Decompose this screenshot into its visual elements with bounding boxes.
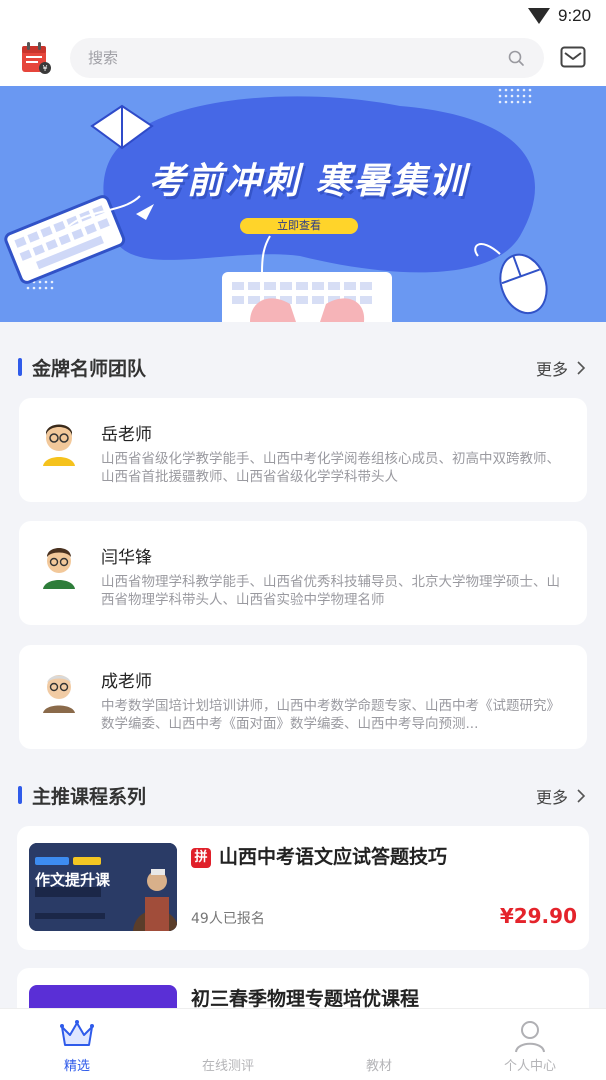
promo-banner[interactable]: 考前冲刺 寒暑集训 立即查看 (0, 86, 606, 322)
nav-label: 教材 (365, 1059, 392, 1074)
group-buy-badge: 拼 (191, 848, 211, 868)
nav-label: 精选 (63, 1059, 90, 1074)
course-price: ¥29.90 (499, 904, 577, 928)
nav-label: 在线测评 (201, 1059, 254, 1074)
section-accent-bar (18, 358, 22, 376)
chevron-right-icon[interactable] (576, 788, 586, 804)
teacher-card[interactable]: 成老师 中考数学国培计划培训讲师，山西中考数学命题专家、山西中考《试题研究》数学… (19, 645, 587, 749)
bottom-navigation: 精选 在线测评 教材 个人中心 (0, 1008, 606, 1080)
teacher-card[interactable]: 岳老师 山西省省级化学教学能手、山西中考化学阅卷组核心成员、初高中双跨教师、山西… (19, 398, 587, 502)
teacher-description: 中考数学国培计划培训讲师，山西中考数学命题专家、山西中考《试题研究》数学编委、山… (101, 698, 560, 732)
enrolled-count: 49人已报名 (191, 911, 265, 927)
test-icon (211, 1019, 245, 1049)
nav-tab-profile[interactable]: 个人中心 (475, 1009, 585, 1080)
teacher-avatar-icon (43, 548, 75, 589)
course-thumbnail-text: 作文提升课 (35, 871, 111, 889)
courses-more-link[interactable]: 更多 (536, 784, 568, 808)
course-thumbnail: 作文提升课 (29, 843, 177, 931)
section-accent-bar (18, 786, 22, 804)
course-card[interactable]: 作文提升课 拼山西中考语文应试答题技巧 49人已报名 ¥29.90 (17, 826, 589, 950)
search-input[interactable] (88, 38, 498, 78)
banner-title: 考前冲刺 寒暑集训 (148, 161, 468, 202)
status-time: 9:20 (558, 6, 592, 25)
teacher-description: 山西省物理学科教学能手、山西省优秀科技辅导员、北京大学物理学硕士、山西省物理学科… (101, 574, 560, 608)
mail-icon[interactable] (560, 46, 586, 68)
banner-view-button[interactable]: 立即查看 (240, 218, 358, 234)
search-icon[interactable] (507, 49, 525, 67)
teacher-description: 山西省省级化学教学能手、山西中考化学阅卷组核心成员、初高中双跨教师、山西省首批援… (101, 451, 560, 485)
user-icon (515, 1021, 545, 1053)
teacher-avatar-icon (43, 424, 75, 466)
svg-text:¥: ¥ (42, 64, 47, 73)
course-title: 初三春季物理专题培优课程 (191, 984, 419, 1011)
banner-illustration (0, 86, 606, 322)
nav-tab-textbook[interactable]: 教材 (324, 1009, 434, 1080)
course-title-text: 初三春季物理专题培优课程 (191, 988, 420, 1010)
teachers-more-link[interactable]: 更多 (536, 356, 568, 380)
search-bar[interactable] (70, 38, 544, 78)
book-icon (362, 1019, 396, 1049)
course-title: 拼山西中考语文应试答题技巧 (191, 842, 447, 869)
course-title-text: 山西中考语文应试答题技巧 (219, 846, 448, 868)
courses-section-header: 主推课程系列 更多 (0, 774, 606, 814)
chevron-right-icon[interactable] (576, 360, 586, 376)
crown-icon (60, 1020, 94, 1046)
wifi-icon (528, 8, 550, 24)
nav-tab-featured[interactable]: 精选 (22, 1009, 132, 1080)
header: ¥ (0, 32, 606, 86)
nav-label: 个人中心 (503, 1059, 556, 1074)
teacher-name: 闫华锋 (101, 548, 152, 568)
teacher-avatar-icon (43, 675, 75, 713)
teachers-section-title: 金牌名师团队 (32, 358, 147, 380)
teacher-name: 岳老师 (101, 425, 152, 445)
courses-section-title: 主推课程系列 (32, 786, 147, 808)
teachers-section-header: 金牌名师团队 更多 (0, 346, 606, 386)
status-bar: 9:20 (0, 0, 606, 32)
teacher-card[interactable]: 闫华锋 山西省物理学科教学能手、山西省优秀科技辅导员、北京大学物理学硕士、山西省… (19, 521, 587, 625)
teacher-name: 成老师 (101, 672, 152, 692)
calendar-icon[interactable]: ¥ (18, 40, 54, 76)
nav-tab-online-test[interactable]: 在线测评 (173, 1009, 283, 1080)
